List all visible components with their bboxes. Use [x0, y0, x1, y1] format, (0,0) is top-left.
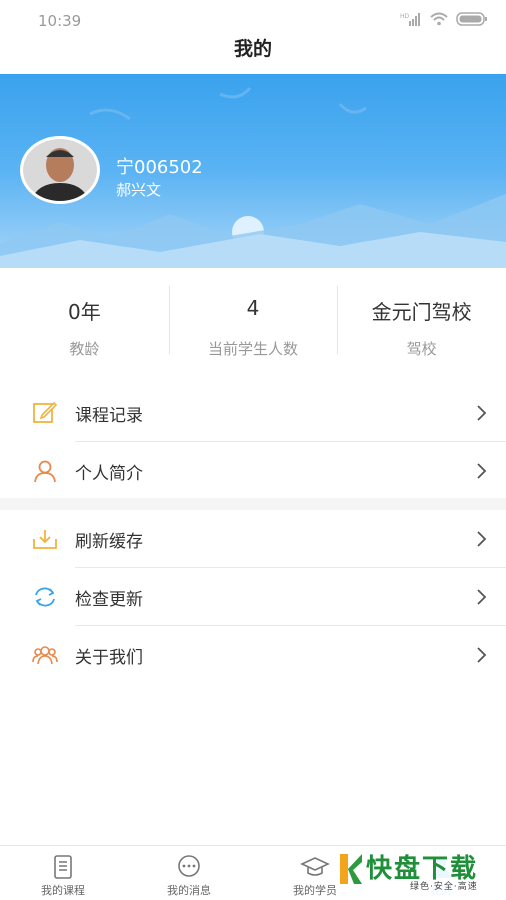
- menu-group-2: 刷新缓存 检查更新 关于我们: [0, 510, 506, 684]
- avatar-photo: [23, 139, 97, 201]
- wifi-icon: [430, 12, 448, 26]
- profile-banner: 宁006502 郝兴文: [0, 74, 506, 268]
- stat-label: 教龄: [69, 340, 100, 358]
- stat-teaching-years: 0年 教龄: [0, 268, 169, 372]
- avatar[interactable]: [20, 136, 100, 204]
- chevron-right-icon: [477, 531, 487, 547]
- battery-icon: [456, 12, 487, 26]
- menu-item-label: 关于我们: [75, 647, 143, 668]
- status-bar: 10:39 HD: [0, 0, 506, 40]
- refresh-icon: [35, 587, 55, 607]
- user-id: 宁006502: [116, 157, 203, 178]
- user-name: 郝兴文: [116, 181, 162, 199]
- stat-label: 当前学生人数: [208, 340, 299, 358]
- menu-item-label: 个人简介: [75, 463, 143, 484]
- tab-label: 我的课程: [41, 884, 85, 897]
- tab-label: 我的消息: [167, 884, 211, 897]
- download-icon: [33, 530, 57, 549]
- stat-value: 4: [246, 296, 260, 320]
- tab-my-courses[interactable]: 我的课程: [0, 846, 126, 900]
- stat-student-count[interactable]: 4 当前学生人数: [168, 268, 338, 372]
- svg-text:HD: HD: [400, 13, 410, 20]
- status-time: 10:39: [38, 12, 82, 30]
- document-icon: [54, 855, 72, 879]
- k-logo-icon: [340, 854, 362, 884]
- stats-row: 0年 教龄 4 当前学生人数 金元门驾校 驾校: [0, 268, 506, 372]
- menu-item-label: 课程记录: [75, 405, 143, 426]
- stat-value: 0年: [67, 300, 101, 324]
- signal-icon: HD: [400, 13, 420, 26]
- status-icons: HD: [400, 12, 488, 26]
- menu-item-label: 检查更新: [75, 589, 143, 610]
- menu-group-1: 课程记录 个人简介: [0, 384, 506, 500]
- message-icon: [178, 855, 200, 877]
- chevron-right-icon: [477, 405, 487, 421]
- stat-label: 驾校: [406, 340, 437, 358]
- tab-my-messages[interactable]: 我的消息: [126, 846, 252, 900]
- chevron-right-icon: [477, 647, 487, 663]
- menu-item-profile-intro[interactable]: 个人简介: [0, 442, 506, 500]
- edit-icon: [33, 401, 58, 423]
- person-icon: [34, 460, 56, 483]
- stat-driving-school: 金元门驾校 驾校: [337, 268, 506, 372]
- chevron-right-icon: [477, 463, 487, 479]
- menu-item-clear-cache[interactable]: 刷新缓存: [0, 510, 506, 568]
- menu-item-about-us[interactable]: 关于我们: [0, 626, 506, 684]
- menu-item-label: 刷新缓存: [75, 531, 143, 552]
- page-title: 我的: [233, 38, 272, 60]
- menu-item-course-records[interactable]: 课程记录: [0, 384, 506, 442]
- chevron-right-icon: [477, 589, 487, 605]
- section-separator: [0, 498, 506, 510]
- team-icon: [32, 646, 58, 665]
- graduation-cap-icon: [300, 857, 330, 876]
- menu-item-check-update[interactable]: 检查更新: [0, 568, 506, 626]
- watermark-logo: 快盘下载 绿色·安全·高速: [336, 848, 506, 896]
- watermark-slogan: 绿色·安全·高速: [410, 882, 478, 892]
- stat-value: 金元门驾校: [371, 300, 472, 324]
- navigation-bar: 我的: [0, 40, 506, 74]
